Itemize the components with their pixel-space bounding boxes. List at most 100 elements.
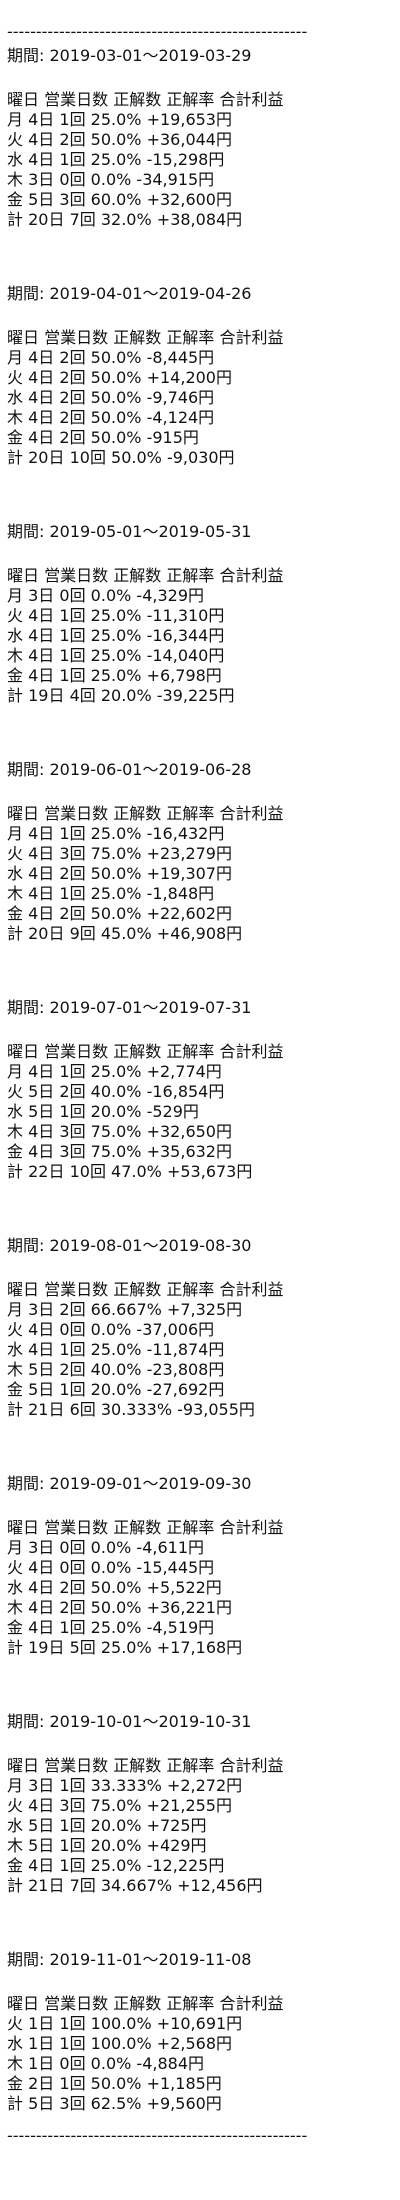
table-cell: 1回 <box>59 606 86 625</box>
table-cell: 25.0% <box>90 666 142 685</box>
table-row: 火 4日 0回 0.0% -15,445円 <box>7 1558 395 1578</box>
table-cell: 3回 <box>59 844 86 863</box>
column-header: 合計利益 <box>219 1756 284 1775</box>
table-cell: 20.0% <box>100 686 152 705</box>
table-row: 月 4日 1回 25.0% +19,653円 <box>7 110 395 130</box>
table-row: 水 4日 2回 50.0% +5,522円 <box>7 1578 395 1598</box>
table-cell: 0.0% <box>90 1320 132 1339</box>
table-row: 木 4日 2回 50.0% +36,221円 <box>7 1598 395 1618</box>
column-header: 曜日 <box>7 1994 40 2013</box>
table-cell: 4日 <box>28 606 55 625</box>
column-header: 正解数 <box>113 566 162 585</box>
table-cell: 50.0% <box>90 864 142 883</box>
column-header: 合計利益 <box>219 90 284 109</box>
period-range: 2019-07-01〜2019-07-31 <box>49 998 252 1017</box>
table-cell: 19日 <box>28 1638 65 1657</box>
table-cell: +21,255円 <box>146 1796 232 1815</box>
table-cell: 月 <box>7 586 24 605</box>
table-row: 金 4日 1回 25.0% +6,798円 <box>7 666 395 686</box>
table-row: 火 4日 1回 25.0% -11,310円 <box>7 606 395 626</box>
table-cell: 60.0% <box>90 190 142 209</box>
table-cell: 5日 <box>28 1380 55 1399</box>
table-cell: 100.0% <box>90 2034 152 2053</box>
period-heading: 期間: 2019-04-01〜2019-04-26 <box>7 283 395 304</box>
table-cell: -16,432円 <box>146 824 225 843</box>
period-range: 2019-06-01〜2019-06-28 <box>49 760 252 779</box>
period-block: 期間: 2019-08-01〜2019-08-30 曜日 営業日数 正解数 正解率 合計利… <box>7 1235 395 1420</box>
table-cell: 5回 <box>69 1638 96 1657</box>
table-cell: +32,650円 <box>146 1122 232 1141</box>
table-header-row: 曜日 営業日数 正解数 正解率 合計利益 <box>7 1280 395 1300</box>
table-cell: 5日 <box>28 1082 55 1101</box>
column-header: 営業日数 <box>44 1042 109 1061</box>
table-cell: 75.0% <box>90 844 142 863</box>
table-cell: 25.0% <box>90 1340 142 1359</box>
table-cell: 水 <box>7 1340 24 1359</box>
table-cell: 水 <box>7 1816 24 1835</box>
table-cell: 4日 <box>28 388 55 407</box>
table-cell: 4日 <box>28 1062 55 1081</box>
table-row: 水 1日 1回 100.0% +2,568円 <box>7 2034 395 2054</box>
table-cell: 2回 <box>59 130 86 149</box>
total-row: 計 22日 10回 47.0% +53,673円 <box>7 1162 395 1182</box>
table-cell: 火 <box>7 1082 24 1101</box>
table-cell: 1回 <box>59 1776 86 1795</box>
table-cell: 21日 <box>28 1876 65 1895</box>
table-cell: 5日 <box>28 2094 55 2113</box>
table-cell: 2回 <box>59 368 86 387</box>
table-cell: 月 <box>7 1538 24 1557</box>
table-cell: 4日 <box>28 884 55 903</box>
column-header: 合計利益 <box>219 1042 284 1061</box>
column-header: 正解率 <box>166 1042 215 1061</box>
table-row: 水 5日 1回 20.0% -529円 <box>7 1102 395 1122</box>
table-cell: 30.333% <box>100 1400 173 1419</box>
table-cell: 34.667% <box>100 1876 173 1895</box>
table-cell: 75.0% <box>90 1142 142 1161</box>
table-cell: 3日 <box>28 586 55 605</box>
period-heading: 期間: 2019-11-01〜2019-11-08 <box>7 1949 395 1970</box>
table-cell: 2回 <box>59 408 86 427</box>
table-cell: 金 <box>7 428 24 447</box>
table-cell: -34,915円 <box>136 170 215 189</box>
table-header-row: 曜日 営業日数 正解数 正解率 合計利益 <box>7 1518 395 1538</box>
table-cell: 5日 <box>28 1102 55 1121</box>
table-cell: 1回 <box>59 1340 86 1359</box>
table-cell: 4日 <box>28 1142 55 1161</box>
table-cell: -11,310円 <box>146 606 225 625</box>
period-block: 期間: 2019-10-01〜2019-10-31 曜日 営業日数 正解数 正解率 合計利… <box>7 1711 395 1896</box>
table-cell: -12,225円 <box>146 1856 225 1875</box>
table-cell: -23,808円 <box>146 1360 225 1379</box>
table-cell: 25.0% <box>90 1618 142 1637</box>
table-cell: +2,272円 <box>166 1776 243 1795</box>
table-cell: 7回 <box>69 210 96 229</box>
period-label: 期間: <box>7 284 50 303</box>
summary-table: 曜日 営業日数 正解数 正解率 合計利益月 3日 0回 0.0% -4,329円火 4日 1回 25.… <box>7 566 395 706</box>
table-cell: 4日 <box>28 1578 55 1597</box>
table-cell: 0回 <box>59 1558 86 1577</box>
table-cell: 20日 <box>28 448 65 467</box>
table-cell: 4日 <box>28 1598 55 1617</box>
table-cell: 水 <box>7 1578 24 1597</box>
table-cell: 1回 <box>59 1062 86 1081</box>
table-cell: 50.0% <box>90 2074 142 2093</box>
table-cell: 5日 <box>28 190 55 209</box>
period-range: 2019-05-01〜2019-05-31 <box>49 522 252 541</box>
column-header: 営業日数 <box>44 328 109 347</box>
table-row: 月 3日 0回 0.0% -4,611円 <box>7 1538 395 1558</box>
table-cell: 4日 <box>28 1856 55 1875</box>
table-row: 火 4日 2回 50.0% +36,044円 <box>7 130 395 150</box>
table-cell: 2回 <box>59 1578 86 1597</box>
table-cell: +53,673円 <box>166 1162 253 1181</box>
table-row: 月 3日 0回 0.0% -4,329円 <box>7 586 395 606</box>
table-cell: 25.0% <box>90 824 142 843</box>
table-header-row: 曜日 営業日数 正解数 正解率 合計利益 <box>7 1994 395 2014</box>
column-header: 正解率 <box>166 328 215 347</box>
table-cell: 20.0% <box>90 1380 142 1399</box>
period-heading: 期間: 2019-10-01〜2019-10-31 <box>7 1711 395 1732</box>
table-cell: 1回 <box>59 1618 86 1637</box>
summary-table: 曜日 営業日数 正解数 正解率 合計利益月 3日 1回 33.333% +2,272円火 4日 3回… <box>7 1756 395 1896</box>
table-cell: 50.0% <box>90 408 142 427</box>
table-row: 水 4日 2回 50.0% -9,746円 <box>7 388 395 408</box>
table-cell: 25.0% <box>90 884 142 903</box>
table-cell: 計 <box>7 2094 24 2113</box>
